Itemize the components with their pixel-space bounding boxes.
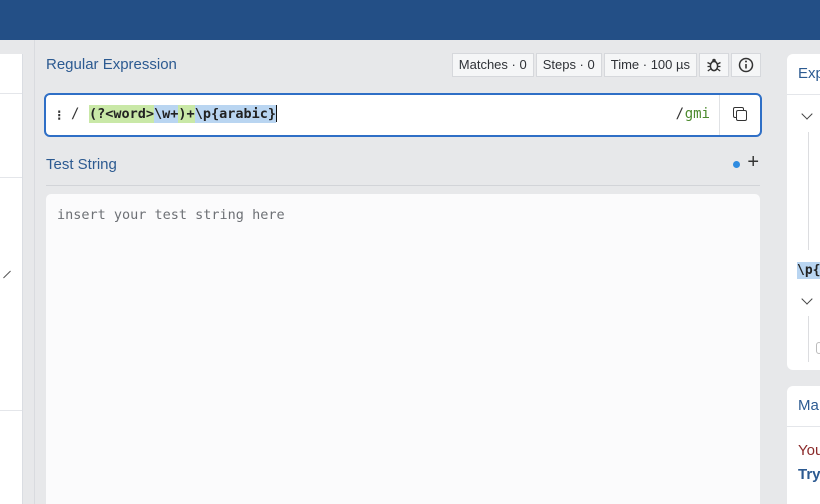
copy-regex-button[interactable]: [719, 95, 760, 135]
copy-icon-front: [736, 110, 747, 121]
execution-time: Time · 100 µs: [603, 53, 697, 77]
pattern-group-token: (?<word>: [89, 104, 155, 123]
match-info-title: Ma: [798, 397, 819, 414]
tree-guide-line: [808, 316, 809, 362]
regex-section-title: Regular Expression: [46, 56, 177, 73]
info-button[interactable]: [731, 53, 761, 77]
pattern-unicode-token: \p{arabic}: [194, 104, 276, 123]
explanation-panel: Exp \p{: [787, 54, 820, 370]
test-string-divider: [46, 185, 760, 186]
debugger-button[interactable]: [699, 53, 729, 77]
regex-open-delimiter: /: [71, 106, 80, 122]
left-sidebar-divider: [0, 410, 22, 411]
info-icon: [738, 57, 754, 73]
add-test-string-button[interactable]: +: [747, 152, 759, 172]
matches-count: Matches · 0: [451, 53, 534, 77]
status-dot-icon: [733, 161, 740, 168]
bug-icon: [707, 58, 721, 72]
regex-pattern[interactable]: (?<word>\w+)+\p{arabic}: [89, 104, 277, 123]
regex-input[interactable]: ⁝ / (?<word>\w+)+\p{arabic} / gmi: [44, 93, 762, 137]
regex-flags[interactable]: gmi: [685, 106, 710, 122]
test-string-title: Test String: [46, 156, 117, 173]
regex-stats-bar: Matches · 0 Steps · 0 Time · 100 µs: [451, 53, 761, 77]
explanation-token: \p{: [797, 262, 820, 279]
test-string-editor[interactable]: insert your test string here: [46, 194, 760, 504]
test-string-placeholder: insert your test string here: [57, 207, 285, 223]
chevron-down-icon[interactable]: [801, 108, 813, 120]
top-app-bar: [0, 0, 820, 40]
chevron-down-icon[interactable]: [801, 293, 813, 305]
match-info-panel: Ma You Try: [787, 386, 820, 504]
explanation-title: Exp: [798, 65, 820, 82]
pattern-word-token: \w+: [154, 104, 179, 123]
left-sidebar-check-icon: [3, 270, 11, 279]
match-info-message: You: [798, 442, 820, 459]
match-info-divider: [787, 426, 820, 427]
explanation-divider: [787, 94, 820, 95]
left-sidebar-divider: [0, 177, 22, 178]
regex-close-delimiter: /: [675, 106, 684, 122]
match-info-link[interactable]: Try: [798, 466, 820, 483]
left-sidebar-divider: [0, 93, 22, 94]
text-cursor: [275, 105, 277, 122]
pattern-quantifier-token: )+: [178, 104, 195, 123]
tree-guide-line: [808, 132, 809, 250]
left-sidebar-panel: [0, 54, 23, 504]
steps-count: Steps · 0: [535, 53, 602, 77]
main-editor: Regular Expression Matches · 0 Steps · 0…: [34, 40, 774, 504]
drag-handle-icon[interactable]: ⁝: [57, 107, 61, 124]
explanation-item-marker: [816, 342, 820, 354]
